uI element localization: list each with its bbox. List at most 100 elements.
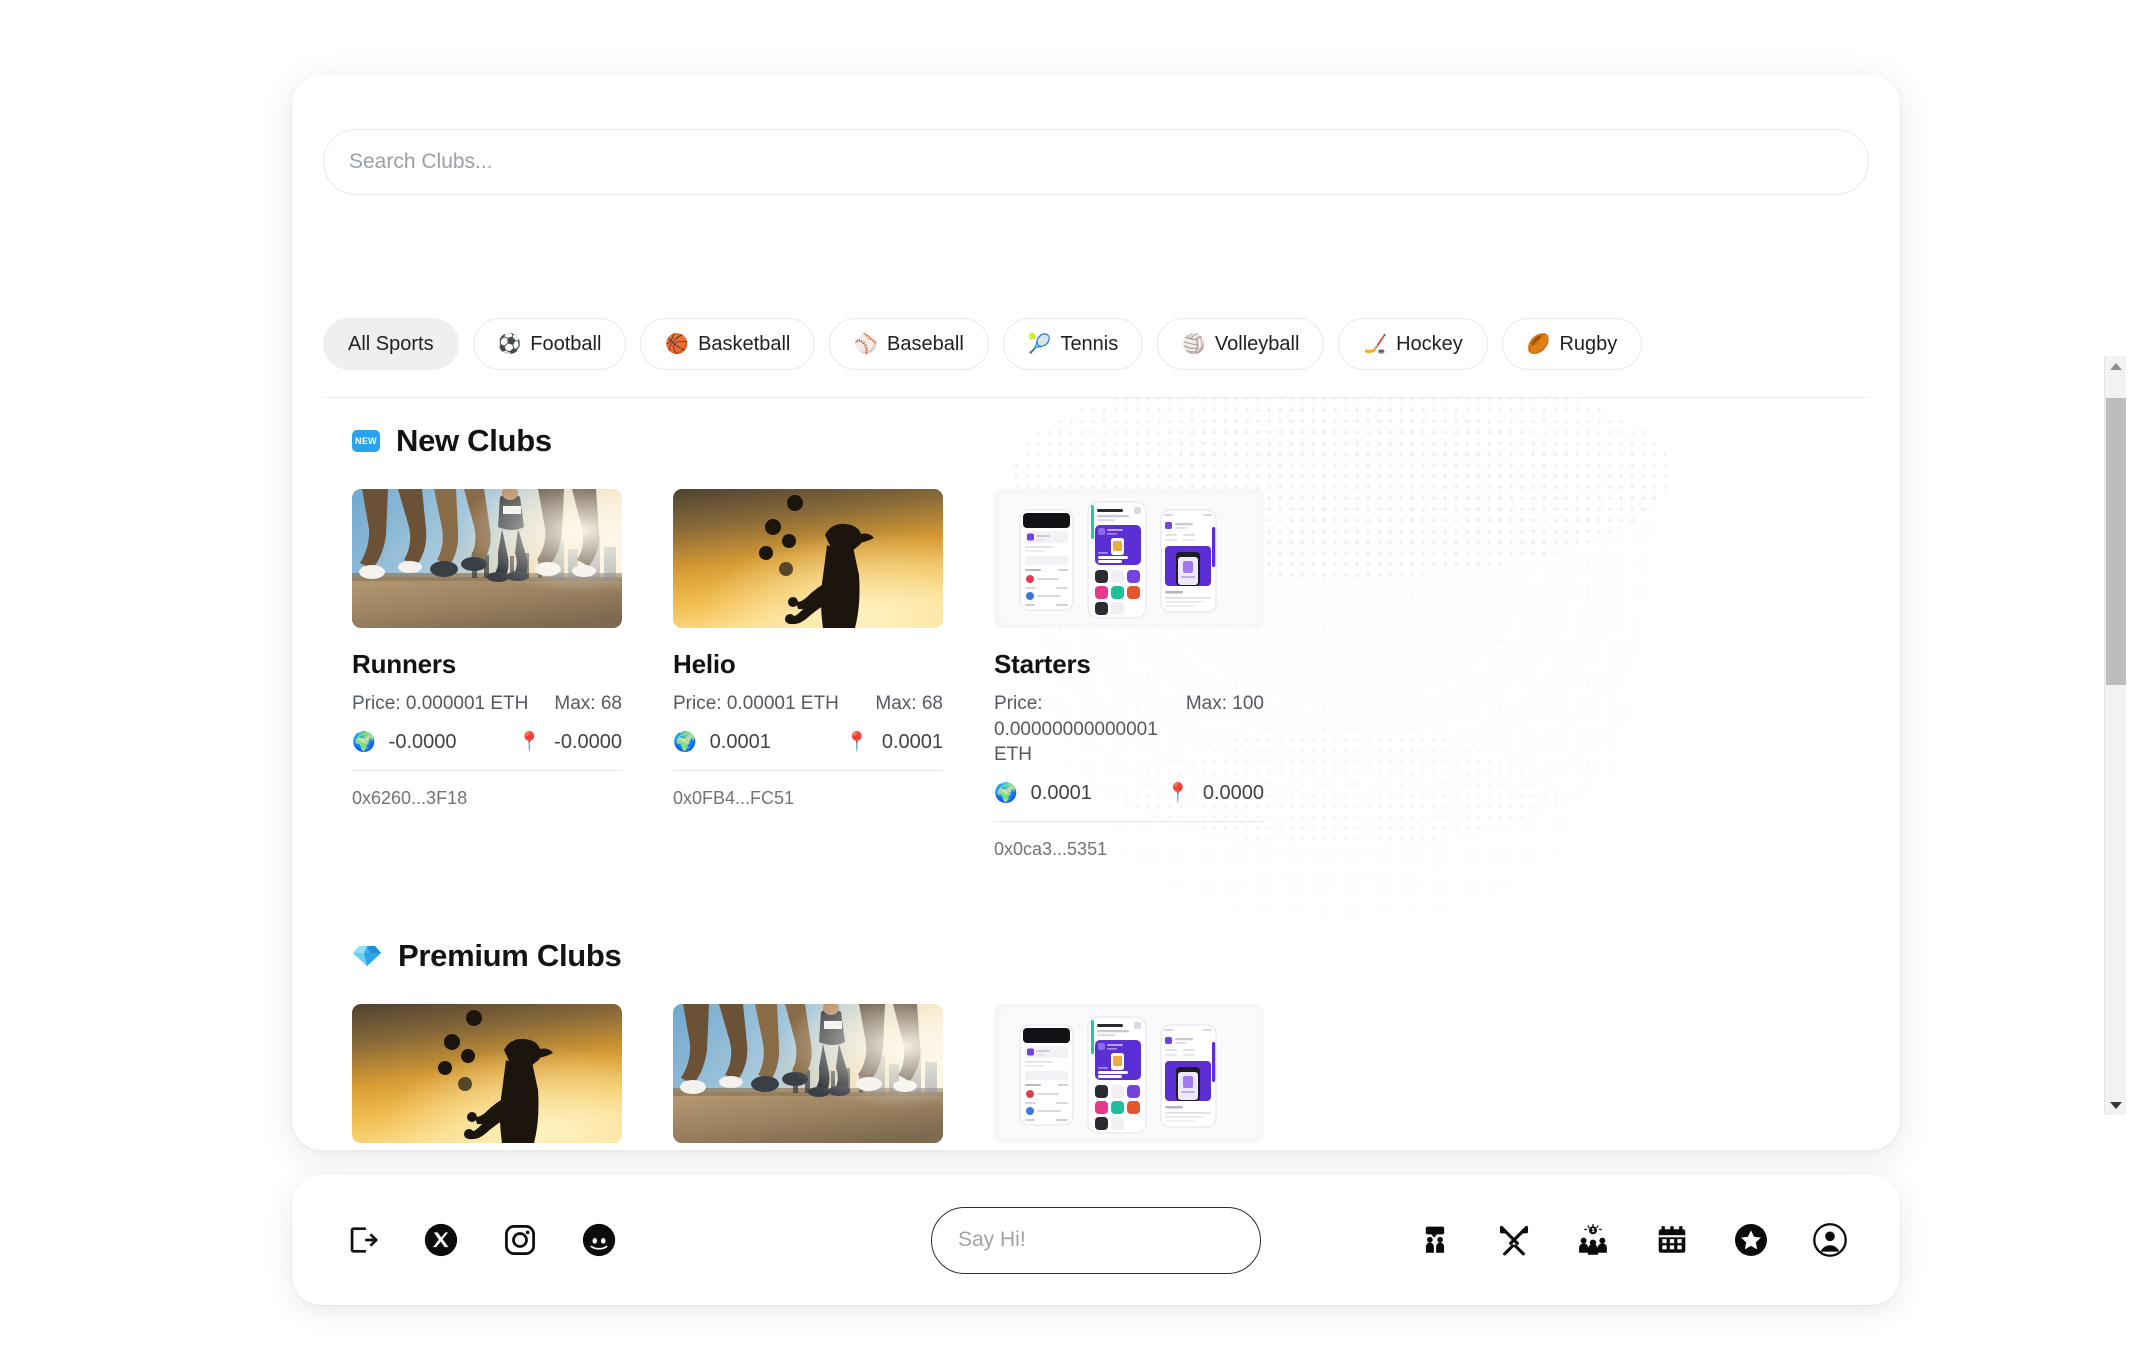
filter-chip-label: Tennis (1060, 332, 1119, 355)
club-card-stat-value: 0.0001 (1030, 781, 1092, 804)
club-card-grid: Runners Price: 0.000001 ETH Max: 68 🌍 -0.000… (352, 489, 1792, 860)
members-chat-icon[interactable] (1409, 1214, 1461, 1266)
filter-chip-label: Basketball (698, 332, 791, 355)
filter-chip-hockey[interactable]: 🏒 Hockey (1338, 318, 1488, 370)
club-card-stat: 📍 -0.0000 (517, 731, 622, 754)
bottom-dock: $ (292, 1175, 1900, 1305)
club-card[interactable] (352, 1003, 622, 1143)
club-card-meta: Price: 0.000001 ETH Max: 68 (352, 691, 622, 717)
gem-icon (352, 944, 382, 968)
club-card[interactable] (994, 1003, 1264, 1143)
filter-chip-label: Volleyball (1214, 332, 1300, 355)
club-card-thumbnail[interactable] (994, 1003, 1264, 1143)
section-header: Premium Clubs (352, 938, 1792, 974)
club-card-price: Price: 0.000001 ETH (352, 693, 529, 714)
club-card-stat-value: 0.0001 (709, 730, 771, 753)
dock-right-icons: $ (1409, 1214, 1856, 1266)
scrollbar-thumb[interactable] (2106, 397, 2126, 686)
funding-group-icon[interactable]: $ (1567, 1214, 1619, 1266)
pin-icon: 📍 (517, 731, 542, 753)
club-card-grid (352, 1003, 1792, 1143)
club-card-address[interactable]: 0x0FB4...FC51 (673, 788, 943, 809)
club-card-divider (352, 769, 622, 771)
basketball-icon: 🏀 (665, 333, 690, 355)
filter-chip-football[interactable]: ⚽ Football (472, 318, 627, 370)
sport-filter-chips: All Sports ⚽ Football 🏀 Basketball ⚾ Baseball 🎾… (323, 318, 1869, 370)
club-card-name: Helio (673, 649, 736, 679)
club-card-stat: 📍 0.0001 (845, 731, 943, 754)
club-card-stat-value: 0.0001 (881, 730, 943, 753)
club-card[interactable]: Starters Price: 0.00000000000001 ETH Max: … (994, 489, 1264, 860)
club-card-stat: 🌍 -0.0000 (352, 731, 457, 754)
search-input[interactable] (323, 129, 1869, 195)
baseball-icon: ⚾ (854, 333, 879, 355)
filter-chip-label: Football (530, 332, 602, 355)
globe-icon: 🌍 (994, 782, 1018, 804)
club-card[interactable]: Helio Price: 0.00001 ETH Max: 68 🌍 0.0001 📍 0.… (673, 489, 943, 809)
filter-chip-all-sports[interactable]: All Sports (323, 318, 459, 370)
globe-icon: 🌍 (673, 731, 697, 753)
chevron-up-icon (2110, 362, 2122, 370)
section-header: NEW New Clubs (352, 423, 1792, 459)
club-card-thumbnail[interactable] (673, 489, 943, 628)
volleyball-icon: 🏐 (1182, 333, 1206, 355)
scrollbar-down-button[interactable] (2105, 1095, 2127, 1115)
club-card[interactable]: Runners Price: 0.000001 ETH Max: 68 🌍 -0.000… (352, 489, 622, 809)
filter-chip-label: Rugby (1559, 332, 1618, 355)
calendar-icon[interactable] (1646, 1214, 1698, 1266)
club-card[interactable] (673, 1003, 943, 1143)
chevron-down-icon (2110, 1101, 2122, 1109)
club-card-name: Starters (994, 649, 1091, 679)
chat-input[interactable] (931, 1206, 1261, 1274)
club-card-stat-value: -0.0000 (554, 730, 622, 753)
club-card-address[interactable]: 0x6260...3F18 (352, 788, 622, 809)
crossed-swords-icon[interactable] (1488, 1214, 1540, 1266)
vertical-scrollbar[interactable] (2104, 356, 2126, 1115)
pin-icon: 📍 (845, 731, 869, 753)
club-card-stats: 🌍 0.0001 📍 0.0001 (673, 731, 943, 754)
clubs-content: NEW New Clubs Runners Price: 0.000001 ET… (292, 398, 1852, 1143)
football-icon: ⚽ (497, 333, 522, 355)
chat-bar (931, 1206, 1261, 1274)
star-icon[interactable] (1725, 1214, 1777, 1266)
club-card-address[interactable]: 0x0ca3...5351 (994, 839, 1264, 860)
club-card-price: Price: 0.00000000000001 ETH (994, 693, 1158, 766)
club-card-divider (673, 769, 943, 771)
filter-chip-rugby[interactable]: 🏉 Rugby (1501, 318, 1643, 370)
filter-chip-label: All Sports (348, 332, 434, 355)
globe-icon: 🌍 (352, 731, 376, 753)
logout-icon[interactable] (336, 1214, 388, 1266)
club-card-thumbnail[interactable] (994, 489, 1264, 628)
club-card-stat: 🌍 0.0001 (994, 782, 1092, 805)
user-profile-icon[interactable] (1804, 1214, 1856, 1266)
pin-icon: 📍 (1166, 782, 1190, 804)
club-card-thumbnail[interactable] (352, 489, 622, 628)
filter-chip-basketball[interactable]: 🏀 Basketball (640, 318, 816, 370)
club-card-thumbnail[interactable] (352, 1003, 622, 1143)
club-card-meta: Price: 0.00001 ETH Max: 68 (673, 691, 943, 717)
dock-left-icons (336, 1214, 625, 1266)
club-card-meta: Price: 0.00000000000001 ETH Max: 100 (994, 691, 1264, 768)
section-title: New Clubs (396, 423, 552, 458)
scrollbar-up-button[interactable] (2105, 356, 2127, 376)
filter-chip-label: Hockey (1396, 332, 1463, 355)
filter-chip-baseball[interactable]: ⚾ Baseball (829, 318, 989, 370)
instagram-icon[interactable] (494, 1214, 546, 1266)
section-title: Premium Clubs (398, 937, 622, 973)
discord-icon[interactable] (573, 1214, 625, 1266)
club-card-stats: 🌍 0.0001 📍 0.0000 (994, 782, 1264, 805)
filter-chip-tennis[interactable]: 🎾 Tennis (1002, 318, 1144, 370)
filter-chip-volleyball[interactable]: 🏐 Volleyball (1157, 318, 1325, 370)
club-card-thumbnail[interactable] (673, 1003, 943, 1143)
x-twitter-icon[interactable] (415, 1214, 467, 1266)
club-card-divider (994, 820, 1264, 822)
rugby-icon: 🏉 (1526, 333, 1551, 355)
new-badge-icon: NEW (352, 430, 380, 452)
club-card-max: Max: 68 (875, 693, 943, 714)
club-card-stats: 🌍 -0.0000 📍 -0.0000 (352, 731, 622, 754)
club-card-price: Price: 0.00001 ETH (673, 693, 839, 714)
clubs-scroll-region[interactable]: NEW New Clubs Runners Price: 0.000001 ET… (292, 398, 1900, 1150)
app-root: All Sports ⚽ Football 🏀 Basketball ⚾ Baseball 🎾… (0, 0, 2134, 1345)
club-card-stat: 📍 0.0000 (1166, 782, 1264, 805)
